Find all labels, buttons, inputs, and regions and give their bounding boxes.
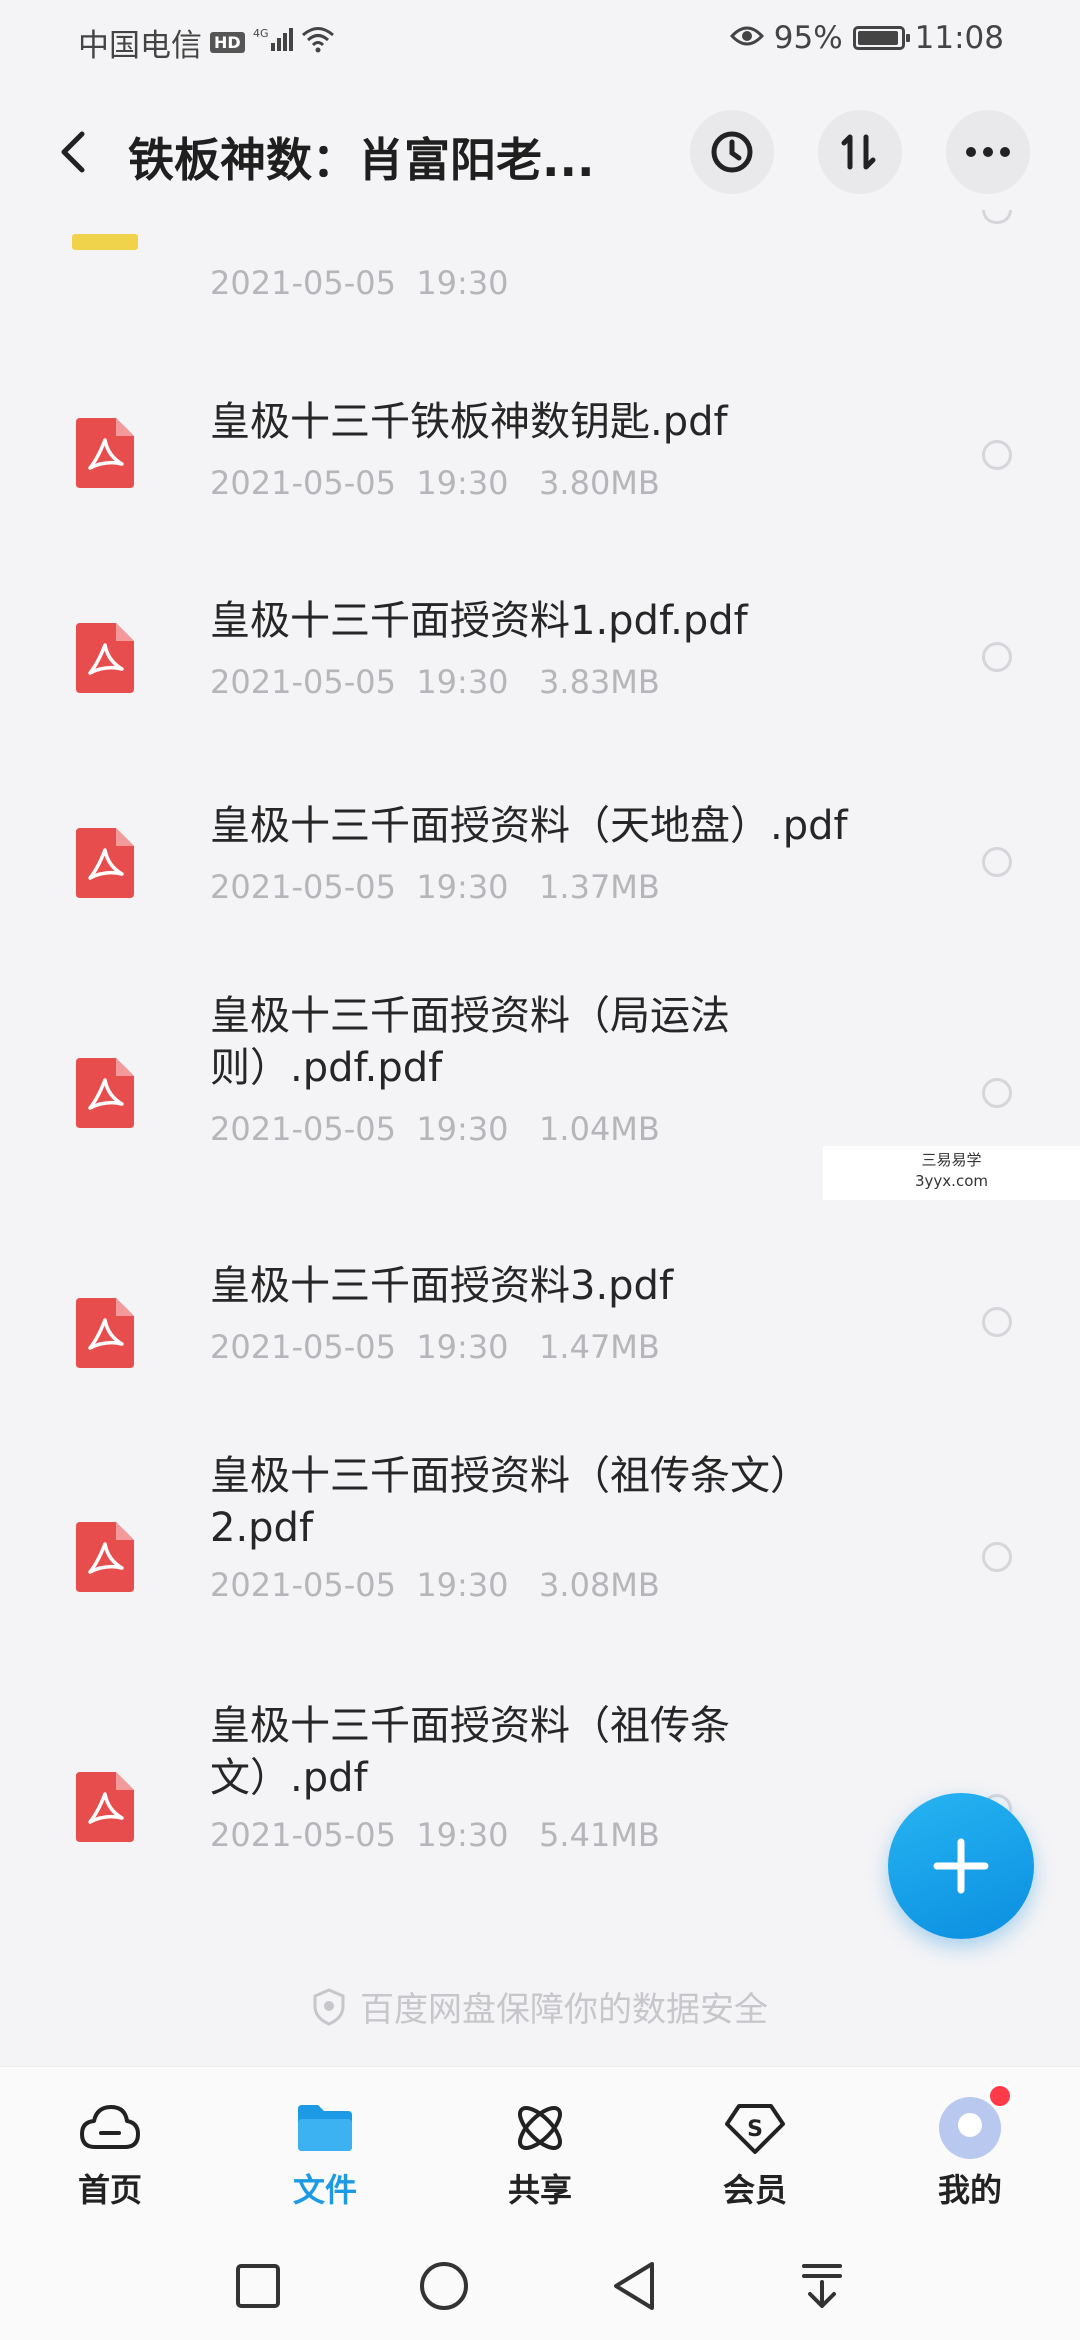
notification-pull-button[interactable] [792,2256,852,2316]
file-meta: 2021-05-05 19:30 [210,264,509,302]
file-name: 皇极十三千面授资料（祖传条文）.pdf [210,1703,730,1801]
tab-share[interactable]: 共享 [470,2095,610,2211]
bottom-nav: 首页 文件 共享 S 会员 我的 [0,2066,1080,2217]
select-radio[interactable] [982,1307,1012,1337]
tab-share-label: 共享 [507,2171,572,2209]
history-button[interactable] [690,110,774,194]
file-name: 皇极十三千面授资料（局运法则）.pdf.pdf [210,993,730,1091]
hd-badge: HD [210,32,245,53]
pdf-icon [76,1522,134,1592]
home-button[interactable] [414,2256,474,2316]
select-radio[interactable] [982,1542,1012,1572]
battery-icon [852,26,910,50]
list-item[interactable]: 皇极十三千面授资料（祖传条文）2.pdf 2021-05-05 19:30 3.… [0,1450,1080,1690]
signal-icon: 4G [253,25,293,61]
list-item[interactable]: 皇极十三千面授资料（天地盘）.pdf 2021-05-05 19:30 1.37… [0,780,1080,960]
svg-text:4G: 4G [253,27,269,40]
avatar-icon [939,2083,1013,2159]
pdf-icon [76,623,134,693]
chevron-left-icon [61,131,85,173]
home-icon [420,2262,468,2310]
system-nav [0,2216,1080,2340]
select-radio[interactable] [982,210,1012,224]
history-icon [711,131,753,173]
file-name: 皇极十三千铁板神数钥匙.pdf [210,399,728,445]
tab-files[interactable]: 文件 [255,2095,395,2211]
status-bar: 中国电信 HD 4G 95% 11:08 [0,0,1080,80]
file-meta: 2021-05-05 19:30 3.08MB [210,1566,660,1604]
more-icon [966,147,1010,157]
back-button[interactable] [48,124,98,180]
shield-icon [313,1987,345,2026]
sort-button[interactable] [818,110,902,194]
tab-me-label: 我的 [937,2171,1002,2209]
pdf-icon [76,1298,134,1368]
share-icon [507,2095,573,2161]
tab-files-label: 文件 [292,2171,357,2209]
list-item[interactable]: 皇极十三千面授资料1.pdf.pdf 2021-05-05 19:30 3.83… [0,575,1080,755]
select-radio[interactable] [982,847,1012,877]
list-item[interactable]: 2021-05-05 19:30 [0,210,1080,320]
tab-me[interactable]: 我的 [900,2083,1040,2211]
pdf-icon [76,418,134,488]
svg-text:S: S [747,2117,763,2142]
safety-note: 百度网盘保障你的数据安全 [0,1982,1080,2031]
file-name: 皇极十三千面授资料1.pdf.pdf [210,598,748,644]
file-meta: 2021-05-05 19:30 5.41MB [210,1816,660,1854]
watermark-line1: 三易易学 [921,1151,982,1169]
sort-icon [841,134,876,170]
notification-pull-icon [802,2264,842,2308]
file-meta: 2021-05-05 19:30 1.37MB [210,868,660,906]
clock: 11:08 [914,20,1004,56]
file-name: 皇极十三千面授资料3.pdf [210,1263,674,1309]
carrier-name: 中国电信 [78,28,202,64]
tab-home-label: 首页 [77,2171,142,2209]
folder-icon [292,2095,358,2161]
tab-vip[interactable]: S 会员 [685,2095,825,2211]
select-radio[interactable] [982,1078,1012,1108]
back-nav-button[interactable] [604,2256,664,2316]
pdf-icon [76,1058,134,1128]
wifi-icon [301,25,335,61]
status-left: 中国电信 HD 4G [78,20,335,65]
file-meta: 2021-05-05 19:30 1.47MB [210,1328,660,1366]
tab-home[interactable]: 首页 [40,2095,180,2211]
cloud-home-icon [77,2095,143,2161]
recent-apps-icon [236,2264,280,2308]
page-title: 铁板神数：肖富阳老... [128,133,595,187]
folder-icon [72,234,138,250]
watermark: 三易易学 3yyx.com [823,1146,1080,1200]
battery-percent: 95% [773,20,843,56]
list-item[interactable]: 皇极十三千面授资料3.pdf 2021-05-05 19:30 1.47MB [0,1240,1080,1410]
tab-vip-label: 会员 [722,2171,787,2209]
status-right: 95% 11:08 [729,20,1004,56]
file-meta: 2021-05-05 19:30 3.80MB [210,464,660,502]
recent-apps-button[interactable] [228,2256,288,2316]
pdf-icon [76,1772,134,1842]
more-button[interactable] [946,110,1030,194]
select-radio[interactable] [982,642,1012,672]
list-item[interactable]: 皇极十三千铁板神数钥匙.pdf 2021-05-05 19:30 3.80MB [0,370,1080,550]
add-button[interactable] [888,1793,1034,1939]
notification-dot [987,2083,1013,2109]
file-name: 皇极十三千面授资料（天地盘）.pdf [210,803,848,849]
app-header: 铁板神数：肖富阳老... [0,100,1080,210]
file-meta: 2021-05-05 19:30 3.83MB [210,663,660,701]
pdf-icon [76,828,134,898]
watermark-line2: 3yyx.com [915,1172,988,1190]
plus-icon [933,1838,989,1894]
eye-icon [729,20,764,56]
safety-note-text: 百度网盘保障你的数据安全 [360,1990,768,2030]
file-name: 皇极十三千面授资料（祖传条文）2.pdf [210,1453,810,1551]
select-radio[interactable] [982,440,1012,470]
back-icon [614,2262,654,2310]
vip-icon: S [722,2095,788,2161]
file-meta: 2021-05-05 19:30 1.04MB [210,1110,660,1148]
